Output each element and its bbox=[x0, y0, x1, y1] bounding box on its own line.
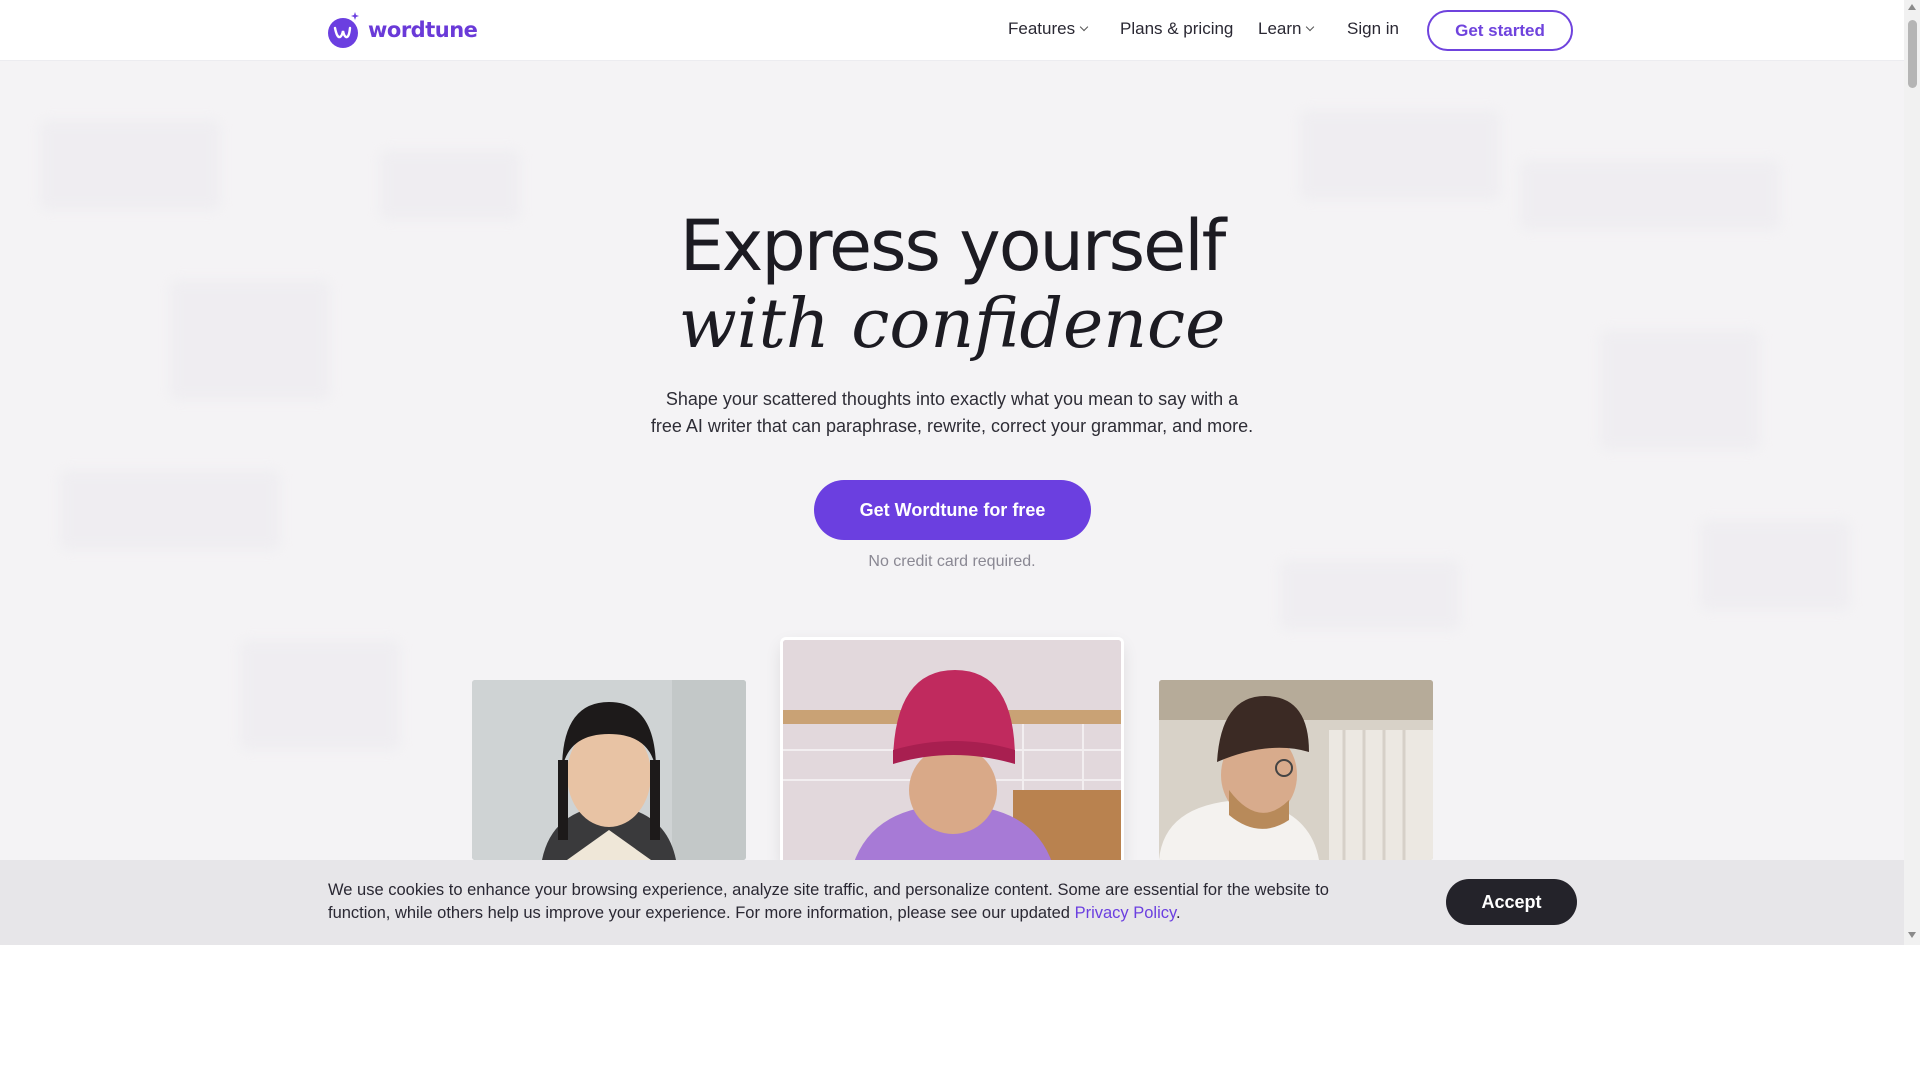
page-viewport: wordtune Features Plans & pricing Learn … bbox=[0, 0, 1904, 945]
top-navbar: wordtune Features Plans & pricing Learn … bbox=[0, 0, 1904, 61]
get-started-button[interactable]: Get started bbox=[1427, 10, 1573, 51]
background-shape bbox=[1300, 110, 1500, 200]
hero-subtitle: Shape your scattered thoughts into exact… bbox=[552, 386, 1352, 440]
background-shape bbox=[40, 120, 220, 210]
cookie-message: We use cookies to enhance your browsing … bbox=[328, 879, 1358, 925]
nav-learn-label: Learn bbox=[1258, 19, 1302, 38]
no-credit-card-note: No credit card required. bbox=[868, 553, 1036, 570]
hero-subtitle-line1: Shape your scattered thoughts into exact… bbox=[665, 389, 1239, 409]
scrollbar-thumb[interactable] bbox=[1908, 20, 1917, 88]
hero-title-line1: Express yourself bbox=[679, 205, 1227, 287]
scroll-up-arrow-icon[interactable] bbox=[1908, 4, 1916, 10]
photo-person-pink-beanie bbox=[783, 640, 1121, 865]
wordtune-logo[interactable]: wordtune bbox=[328, 10, 478, 50]
logo-wordmark: wordtune bbox=[368, 18, 478, 42]
chevron-down-icon bbox=[1306, 22, 1315, 32]
wordtune-logo-icon bbox=[328, 12, 359, 48]
chevron-down-icon bbox=[1079, 22, 1089, 32]
get-wordtune-free-button[interactable]: Get Wordtune for free bbox=[814, 480, 1091, 540]
nav-sign-in-label: Sign in bbox=[1347, 19, 1399, 38]
nav-plans-pricing[interactable]: Plans & pricing bbox=[1120, 19, 1233, 39]
photo-woman-smiling bbox=[472, 680, 746, 860]
background-shape bbox=[240, 640, 400, 750]
hero-title-line2: with confidence bbox=[678, 285, 1226, 364]
hero-subtitle-line2: free AI writer that can paraphrase, rewr… bbox=[650, 416, 1254, 436]
cookie-message-end: . bbox=[1176, 904, 1181, 922]
nav-plans-label: Plans & pricing bbox=[1120, 19, 1234, 38]
nav-features-label: Features bbox=[1008, 19, 1076, 38]
background-shape bbox=[60, 470, 280, 550]
nav-learn[interactable]: Learn bbox=[1258, 19, 1315, 39]
nav-features[interactable]: Features bbox=[1008, 19, 1089, 39]
vertical-scrollbar[interactable] bbox=[1904, 0, 1920, 945]
accept-cookies-button[interactable]: Accept bbox=[1446, 879, 1577, 925]
nav-sign-in[interactable]: Sign in bbox=[1347, 19, 1399, 39]
privacy-policy-link[interactable]: Privacy Policy bbox=[1075, 904, 1176, 922]
scroll-down-arrow-icon[interactable] bbox=[1908, 932, 1916, 938]
photo-man-in-van bbox=[1159, 680, 1433, 860]
cookie-banner: We use cookies to enhance your browsing … bbox=[0, 860, 1904, 945]
